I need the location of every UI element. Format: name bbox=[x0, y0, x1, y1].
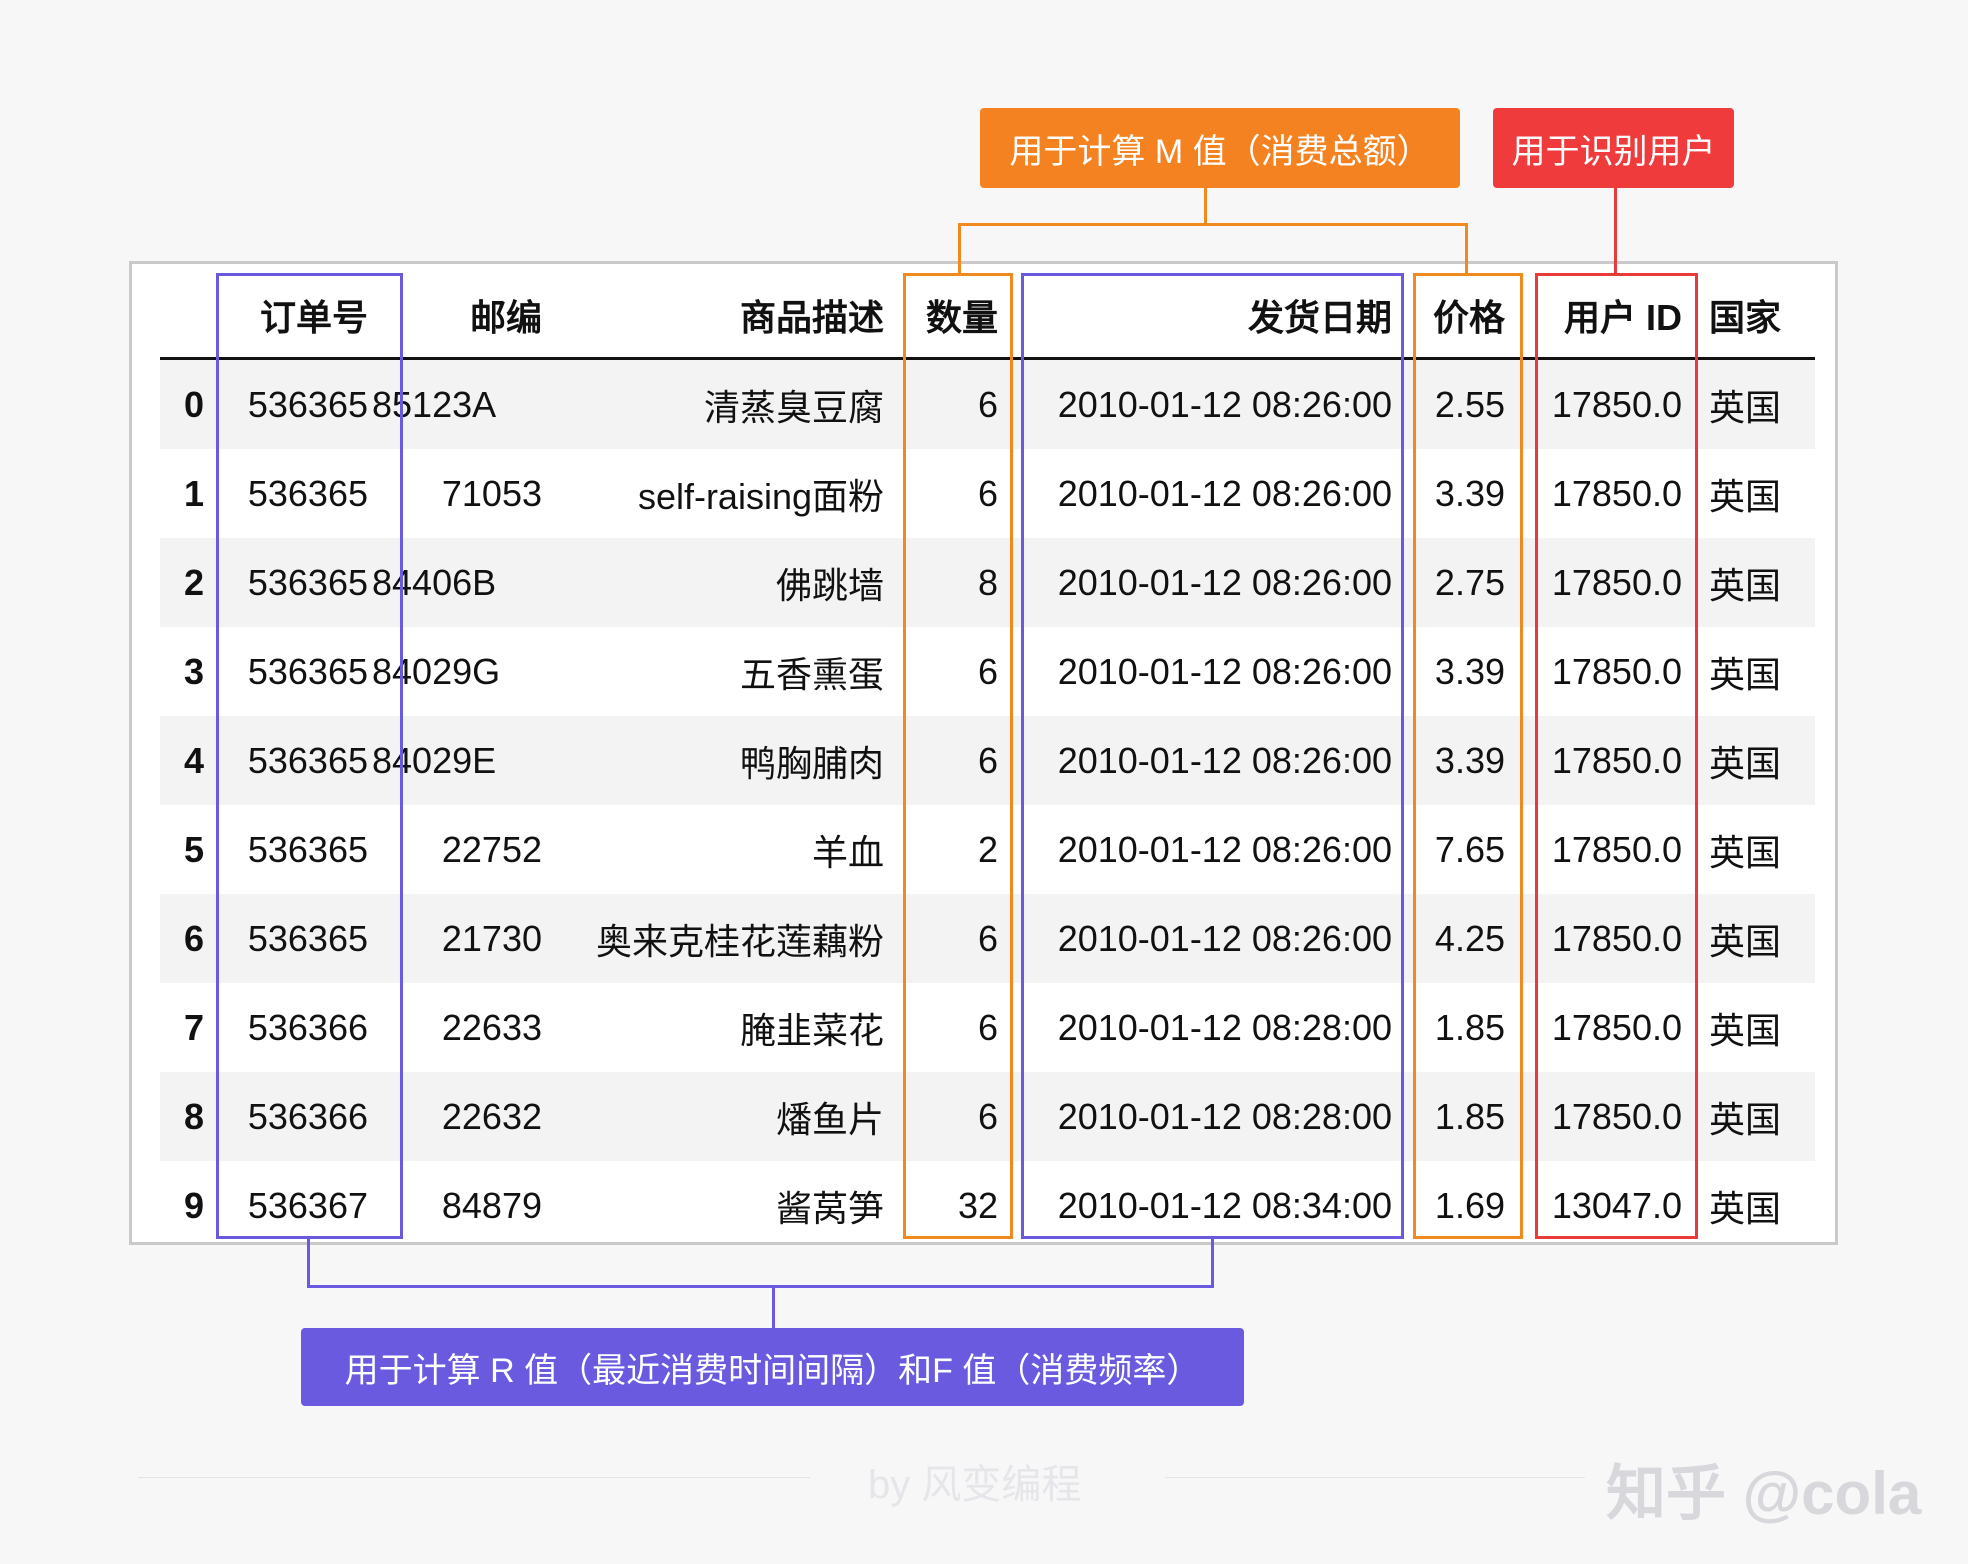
cell-country: 英国 bbox=[1708, 1009, 1781, 1051]
price-column-box bbox=[1413, 273, 1523, 1239]
user-id-label: 用于识别用户 bbox=[1493, 108, 1734, 188]
connector-quantity bbox=[958, 224, 961, 274]
figure: 订单号 邮编 商品描述 数量 发货日期 价格 用户 ID 国家 0 536365 85123A 清蒸臭… bbox=[0, 0, 1968, 1564]
m-value-label: 用于计算 M 值（消费总额） bbox=[980, 108, 1460, 188]
credit-rule-right bbox=[1165, 1477, 1585, 1478]
cell-country: 英国 bbox=[1708, 920, 1781, 962]
connector-user-id bbox=[1614, 186, 1617, 274]
cell-index: 9 bbox=[183, 1184, 204, 1226]
cell-description: 腌韭菜花 bbox=[739, 1009, 884, 1051]
connector-ship-date bbox=[1211, 1239, 1214, 1287]
order-id-column-box bbox=[216, 273, 403, 1239]
cell-index: 8 bbox=[183, 1095, 204, 1137]
cell-country: 英国 bbox=[1708, 386, 1781, 428]
cell-description: self-raising面粉 bbox=[637, 475, 884, 517]
cell-country: 英国 bbox=[1708, 564, 1781, 606]
cell-index: 2 bbox=[183, 561, 204, 603]
cell-description: 鸭胸脯肉 bbox=[739, 742, 884, 784]
cell-index: 7 bbox=[183, 1006, 204, 1048]
watermark: 知乎 @cola bbox=[1606, 1460, 1922, 1527]
cell-description: 清蒸臭豆腐 bbox=[703, 386, 884, 428]
cell-index: 5 bbox=[183, 828, 204, 870]
credit-rule-left bbox=[138, 1477, 810, 1478]
header-description: 商品描述 bbox=[739, 297, 884, 338]
credit-text: by 风变编程 bbox=[868, 1463, 1082, 1507]
connector-rf-bracket bbox=[307, 1285, 1214, 1288]
header-country: 国家 bbox=[1708, 297, 1781, 338]
header-index bbox=[160, 272, 204, 358]
cell-index: 6 bbox=[183, 917, 204, 959]
r-f-value-label: 用于计算 R 值（最近消费时间间隔）和F 值（消费频率） bbox=[301, 1328, 1244, 1406]
cell-country: 英国 bbox=[1708, 742, 1781, 784]
connector-m-stem bbox=[1204, 186, 1207, 224]
cell-country: 英国 bbox=[1708, 1098, 1781, 1140]
cell-country: 英国 bbox=[1708, 475, 1781, 517]
connector-m-bracket bbox=[958, 223, 1468, 226]
cell-description: 羊血 bbox=[811, 831, 884, 873]
cell-description: 酱莴笋 bbox=[775, 1187, 884, 1229]
connector-order-id bbox=[307, 1239, 310, 1287]
connector-price bbox=[1465, 224, 1468, 274]
cell-country: 英国 bbox=[1708, 831, 1781, 873]
user-id-column-box bbox=[1535, 273, 1698, 1239]
cell-index: 3 bbox=[183, 650, 204, 692]
cell-description: 五香熏蛋 bbox=[739, 653, 884, 695]
cell-country: 英国 bbox=[1708, 653, 1781, 695]
quantity-column-box bbox=[903, 273, 1013, 1239]
cell-index: 0 bbox=[183, 383, 204, 425]
cell-country: 英国 bbox=[1708, 1187, 1781, 1229]
cell-description: 奥来克桂花莲藕粉 bbox=[595, 920, 884, 962]
cell-index: 1 bbox=[183, 472, 204, 514]
ship-date-column-box bbox=[1021, 273, 1404, 1239]
cell-index: 4 bbox=[183, 739, 204, 781]
connector-rf-stem bbox=[772, 1286, 775, 1328]
cell-description: 佛跳墙 bbox=[775, 564, 884, 606]
cell-description: 燔鱼片 bbox=[775, 1098, 884, 1140]
